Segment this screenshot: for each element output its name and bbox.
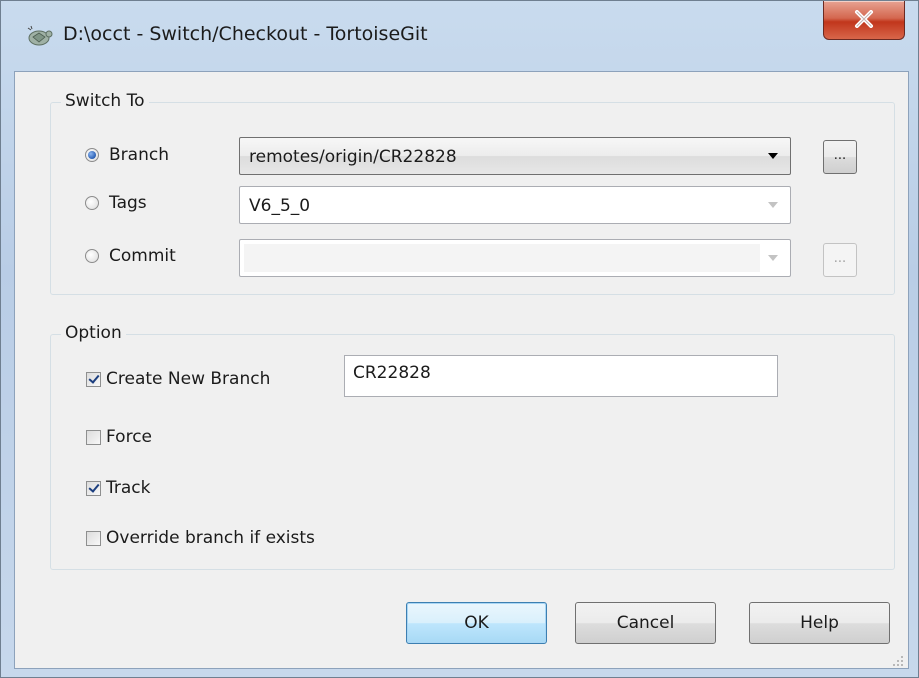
new-branch-name-field[interactable] [344,355,778,397]
branch-browse-button[interactable]: ... [823,140,857,174]
create-new-branch-checkbox[interactable] [86,371,101,387]
tags-combobox[interactable]: V6_5_0 [239,186,791,224]
commit-radio-label: Commit [109,246,176,266]
override-label: Override branch if exists [106,528,315,548]
force-checkbox[interactable] [86,429,101,445]
track-checkbox[interactable] [86,480,101,496]
branch-combobox[interactable]: remotes/origin/CR22828 [239,137,791,175]
new-branch-name-input[interactable] [351,362,765,384]
cancel-button[interactable]: Cancel [575,602,716,644]
track-checkbox-row[interactable]: Track [86,478,150,498]
help-button[interactable]: Help [749,602,890,644]
chevron-down-icon [768,255,778,261]
close-button[interactable] [823,1,905,40]
commit-radio[interactable]: Commit [85,246,176,266]
chevron-down-icon [768,202,778,208]
ok-button[interactable]: OK [406,602,547,644]
resize-grip-icon[interactable] [892,652,904,666]
commit-combobox-field [244,244,760,272]
tags-combobox-value: V6_5_0 [249,196,311,216]
tags-radio-label: Tags [109,193,147,213]
track-label: Track [106,478,151,498]
switch-to-group-label: Switch To [61,91,149,111]
create-new-branch-label: Create New Branch [106,369,271,389]
force-checkbox-row[interactable]: Force [86,427,152,447]
option-group-label: Option [61,323,126,343]
tags-radio[interactable]: Tags [85,193,147,213]
tags-radio-button[interactable] [85,196,99,210]
window-title: D:\occt - Switch/Checkout - TortoiseGit [63,23,428,45]
tortoisegit-icon [25,24,53,48]
branch-radio-label: Branch [109,145,169,165]
branch-radio-button[interactable] [85,148,99,162]
commit-radio-button[interactable] [85,249,99,263]
create-new-branch-checkbox-row[interactable]: Create New Branch [86,369,270,389]
dialog-client-area: Switch To Branch remotes/origin/CR22828 … [14,71,909,669]
branch-radio[interactable]: Branch [85,145,169,165]
commit-combobox[interactable] [239,239,791,277]
switch-checkout-dialog: D:\occt - Switch/Checkout - TortoiseGit … [0,0,919,678]
commit-browse-button[interactable]: ... [823,243,857,277]
override-checkbox-row[interactable]: Override branch if exists [86,528,315,548]
override-checkbox[interactable] [86,530,101,546]
force-label: Force [106,427,152,447]
branch-combobox-value: remotes/origin/CR22828 [249,147,457,167]
title-bar[interactable]: D:\occt - Switch/Checkout - TortoiseGit [1,1,918,71]
chevron-down-icon [768,153,778,159]
